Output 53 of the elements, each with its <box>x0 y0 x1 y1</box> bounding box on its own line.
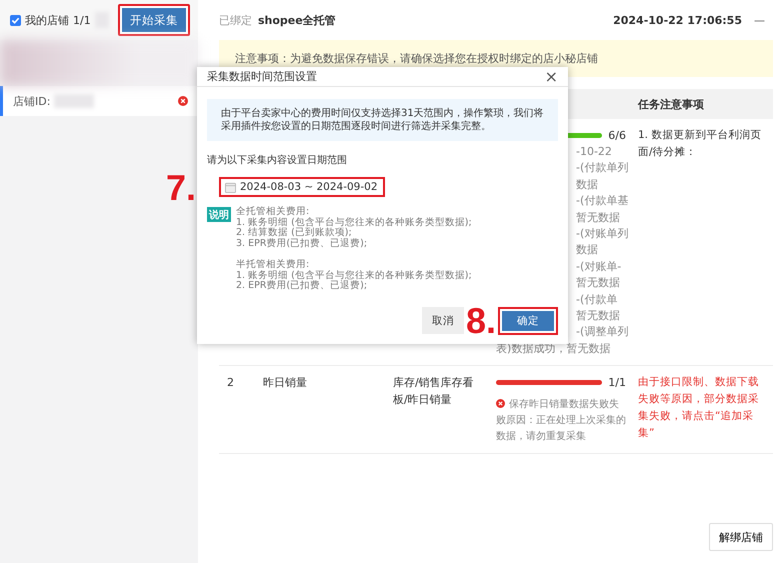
status-text: 暂无数据 <box>576 309 620 322</box>
error-message: 保存昨日销量数据失败失败原因：正在处理上次采集的数据，请勿重复采集 <box>496 399 626 442</box>
unbind-store-button[interactable]: 解绑店铺 <box>709 523 773 551</box>
bound-label: 已绑定 <box>219 12 252 28</box>
note-text: 1. 账务明细 (包含平台与您往来的各种账务类型数据); <box>236 270 472 280</box>
progress-count: 6/6 <box>608 128 626 144</box>
note-text: 半托管相关费用: <box>236 259 310 270</box>
note-badge: 说明 <box>207 207 231 222</box>
date-range-prompt: 请为以下采集内容设置日期范围 <box>207 154 348 167</box>
minimize-button[interactable]: — <box>754 14 765 26</box>
task-note: 由于接口限制、数据下载失败等原因，部分数据采集失败，请点击“追加采集” <box>638 375 760 442</box>
status-text: -(对账单列 <box>576 227 628 240</box>
column-header: 任务注意事项 <box>636 96 705 112</box>
status-text: 暂无数据 <box>576 210 620 224</box>
note-text: 1. 账务明细 (包含平台与您往来的各种账务类型数据); <box>236 216 472 228</box>
table-cell: 库存/销售库存看板/昨日销量 <box>393 376 474 406</box>
status-text: 数据 <box>576 243 598 256</box>
blurred-area <box>54 94 94 108</box>
note-text: 2. 结算数据 (已到账款项); <box>236 227 352 238</box>
status-text: -(付款单基 <box>576 194 628 208</box>
note-text: 全托管相关费用: <box>236 206 310 217</box>
error-icon <box>496 399 505 408</box>
table-cell: 昨日销量 <box>263 376 307 390</box>
status-text: -(调整单列 <box>576 325 628 338</box>
status-text: -(付款单列 <box>576 161 628 174</box>
status-text: 暂无数据 <box>576 276 620 290</box>
confirm-button[interactable]: 确定 <box>498 306 558 334</box>
datetime: 2024-10-22 17:06:55 <box>613 14 742 26</box>
dialog-title: 采集数据时间范围设置 <box>207 69 317 84</box>
platform-name: shopee全托管 <box>258 12 336 28</box>
task-note: 1. 数据更新到平台利润页面/待分摊： <box>638 128 762 160</box>
cancel-button[interactable]: 取消 <box>422 307 464 334</box>
start-collect-button[interactable]: 开始采集 <box>118 4 190 36</box>
store-count: 1/1 <box>73 14 91 26</box>
step-number: 8. <box>466 302 496 338</box>
calendar-icon <box>225 182 236 192</box>
store-id-label: 店铺ID: <box>13 94 50 108</box>
progress-count: 1/1 <box>608 375 626 392</box>
status-text: -10-22 <box>576 145 612 158</box>
status-text: -(付款单 <box>576 292 618 306</box>
note-text: 3. EPR费用(已扣费、已退费); <box>236 238 368 248</box>
note-text: 2. EPR费用(已扣费、已退费); <box>236 280 368 291</box>
date-range-field[interactable]: 2024-08-03 ~ 2024-09-02 <box>219 177 385 197</box>
status-text: -(对账单- <box>576 260 622 273</box>
checkbox-label: 我的店铺 <box>25 12 69 28</box>
notice-text: 注意事项：为避免数据保存错误，请确保选择您在授权时绑定的店小秘店铺 <box>235 51 598 66</box>
info-text: 由于平台卖家中心的费用时间仅支持选择31天范围内，操作繁琐，我们将采用插件按您设置的日期范围逐段时间进行筛选并采集完整。 <box>221 108 544 132</box>
step-number: 7. <box>166 170 196 206</box>
table-cell: 2 <box>227 376 234 390</box>
checkbox[interactable] <box>10 14 21 26</box>
status-text: 数据 <box>576 178 598 191</box>
close-button[interactable]: × <box>544 67 558 86</box>
store-item[interactable]: 店铺ID: <box>0 86 198 116</box>
